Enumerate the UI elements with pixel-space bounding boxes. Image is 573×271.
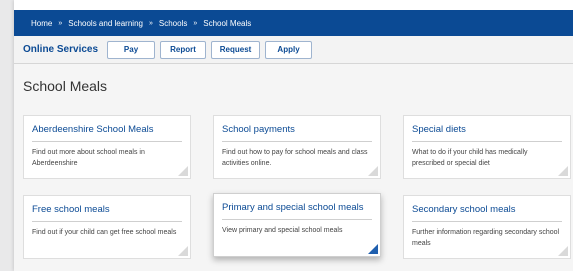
request-button[interactable]: Request bbox=[211, 40, 261, 59]
card-divider bbox=[412, 221, 562, 222]
breadcrumb-separator: » bbox=[58, 19, 63, 27]
card-title: School payments bbox=[222, 124, 295, 135]
card-description: Further information regarding secondary … bbox=[412, 229, 560, 247]
page-title: School Meals bbox=[23, 78, 108, 94]
card-title: Secondary school meals bbox=[412, 204, 516, 215]
card-description: What to do if your child has medically p… bbox=[412, 149, 528, 167]
card-primary-and-special-school-meals[interactable]: Primary and special school meals View pr… bbox=[213, 193, 381, 257]
pay-button[interactable]: Pay bbox=[107, 40, 156, 59]
card-title: Aberdeenshire School Meals bbox=[32, 124, 154, 135]
corner-triangle-icon bbox=[558, 246, 568, 256]
card-title: Primary and special school meals bbox=[222, 202, 364, 213]
breadcrumb-separator: » bbox=[148, 19, 153, 27]
breadcrumb-separator: » bbox=[193, 19, 198, 27]
card-description: Find out if your child can get free scho… bbox=[32, 229, 177, 236]
card-title: Free school meals bbox=[32, 204, 110, 215]
card-school-payments[interactable]: School payments Find out how to pay for … bbox=[213, 115, 381, 179]
card-free-school-meals[interactable]: Free school meals Find out if your child… bbox=[23, 195, 191, 259]
corner-triangle-icon bbox=[178, 166, 188, 176]
card-secondary-school-meals[interactable]: Secondary school meals Further informati… bbox=[403, 195, 571, 259]
card-divider bbox=[222, 141, 372, 142]
breadcrumb-schools-and-learning-link[interactable]: Schools and learning bbox=[68, 19, 143, 28]
card-description: View primary and special school meals bbox=[222, 227, 343, 234]
card-divider bbox=[412, 141, 562, 142]
breadcrumb: Home » Schools and learning » Schools » … bbox=[14, 10, 573, 36]
card-special-diets[interactable]: Special diets What to do if your child h… bbox=[403, 115, 571, 179]
card-title: Special diets bbox=[412, 124, 466, 135]
corner-triangle-icon bbox=[368, 244, 378, 254]
card-divider bbox=[32, 141, 182, 142]
breadcrumb-current-page: School Meals bbox=[203, 18, 252, 28]
online-services-bar: Online Services Pay Report Request Apply bbox=[14, 36, 573, 64]
corner-triangle-icon bbox=[558, 166, 568, 176]
card-description: Find out how to pay for school meals and… bbox=[222, 149, 368, 167]
breadcrumb-schools-link[interactable]: Schools bbox=[159, 19, 187, 28]
page: Home » Schools and learning » Schools » … bbox=[14, 0, 573, 271]
apply-button[interactable]: Apply bbox=[265, 40, 313, 59]
card-aberdeenshire-school-meals[interactable]: Aberdeenshire School Meals Find out more… bbox=[23, 115, 191, 179]
corner-triangle-icon bbox=[368, 166, 378, 176]
card-description: Find out more about school meals in Aber… bbox=[32, 149, 145, 167]
card-divider bbox=[222, 219, 372, 220]
corner-triangle-icon bbox=[178, 246, 188, 256]
breadcrumb-home-link[interactable]: Home bbox=[31, 19, 52, 28]
online-services-title: Online Services bbox=[23, 44, 99, 55]
main-content: School Meals Aberdeenshire School Meals … bbox=[14, 64, 573, 271]
card-divider bbox=[32, 221, 182, 222]
report-button[interactable]: Report bbox=[160, 40, 207, 59]
